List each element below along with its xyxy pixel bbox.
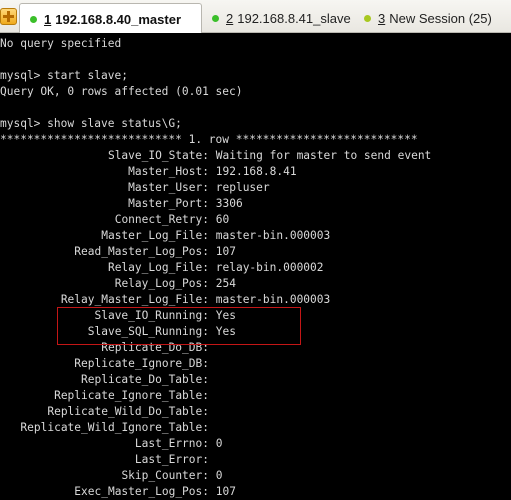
field-value: master-bin.000003 bbox=[215, 293, 331, 306]
status-field-row: Replicate_Ignore_Table: bbox=[0, 388, 216, 404]
field-value: 107 bbox=[215, 485, 236, 498]
field-value: Waiting for master to send event bbox=[215, 149, 432, 162]
field-name: Replicate_Wild_Ignore_Table: bbox=[20, 421, 209, 434]
plus-icon bbox=[3, 11, 14, 22]
status-field-row: Replicate_Ignore_DB: bbox=[0, 356, 216, 372]
status-field-row: Relay_Master_Log_File: master-bin.000003 bbox=[0, 292, 330, 308]
field-value: relay-bin.000002 bbox=[215, 261, 324, 274]
status-field-row: Master_User: repluser bbox=[0, 180, 270, 196]
field-value: 60 bbox=[215, 213, 230, 226]
session-tab-bar: 1 192.168.8.40_master 2 192.168.8.41_sla… bbox=[0, 0, 511, 34]
field-name: Master_User: bbox=[128, 181, 209, 194]
status-field-row: Slave_IO_State: Waiting for master to se… bbox=[0, 148, 431, 164]
status-field-row: Master_Port: 3306 bbox=[0, 196, 243, 212]
field-value: 192.168.8.41 bbox=[215, 165, 297, 178]
field-name: Connect_Retry: bbox=[114, 213, 209, 226]
field-name: Replicate_Ignore_Table: bbox=[54, 389, 209, 402]
field-name: Exec_Master_Log_Pos: bbox=[74, 485, 209, 498]
field-name: Read_Master_Log_Pos: bbox=[74, 245, 209, 258]
field-value: 0 bbox=[215, 469, 223, 482]
field-name: Master_Host: bbox=[128, 165, 209, 178]
tab-label: New Session (25) bbox=[389, 11, 492, 26]
status-field-row: Exec_Master_Log_Pos: 107 bbox=[0, 484, 236, 500]
session-status-icon bbox=[212, 15, 219, 22]
tab-session-3[interactable]: 3 New Session (25) bbox=[364, 4, 492, 33]
tab-label: 192.168.8.41_slave bbox=[237, 11, 351, 26]
tab-label: 192.168.8.40_master bbox=[55, 11, 182, 27]
field-value: repluser bbox=[215, 181, 270, 194]
field-name: Slave_IO_State: bbox=[107, 149, 209, 162]
status-field-row: Skip_Counter: 0 bbox=[0, 468, 223, 484]
terminal-line: mysql> start slave; bbox=[0, 69, 128, 82]
field-name: Relay_Log_File: bbox=[107, 261, 209, 274]
field-name: Skip_Counter: bbox=[121, 469, 209, 482]
tab-number: 3 bbox=[378, 11, 386, 26]
status-field-row: Replicate_Wild_Do_Table: bbox=[0, 404, 216, 420]
session-status-icon bbox=[30, 15, 37, 23]
new-session-button[interactable] bbox=[0, 8, 17, 25]
field-name: Relay_Master_Log_File: bbox=[60, 293, 209, 306]
status-field-row: Replicate_Wild_Ignore_Table: bbox=[0, 420, 216, 436]
terminal-line: No query specified bbox=[0, 37, 122, 50]
status-field-row: Master_Log_File: master-bin.000003 bbox=[0, 228, 330, 244]
field-value: master-bin.000003 bbox=[215, 229, 331, 242]
status-field-row: Last_Errno: 0 bbox=[0, 436, 223, 452]
field-name: Last_Errno: bbox=[134, 437, 209, 450]
tab-number: 1 bbox=[44, 11, 52, 27]
field-name: Relay_Log_Pos: bbox=[114, 277, 209, 290]
status-field-row: Replicate_Do_Table: bbox=[0, 372, 216, 388]
row-separator-line: *************************** 1. row *****… bbox=[0, 133, 418, 146]
status-field-row: Relay_Log_File: relay-bin.000002 bbox=[0, 260, 324, 276]
field-value: 254 bbox=[215, 277, 236, 290]
field-name: Last_Error: bbox=[134, 453, 209, 466]
field-value: 3306 bbox=[215, 197, 243, 210]
field-name: Replicate_Do_Table: bbox=[81, 373, 209, 386]
field-value: 0 bbox=[215, 437, 223, 450]
field-name: Replicate_Wild_Do_Table: bbox=[47, 405, 209, 418]
status-field-row: Read_Master_Log_Pos: 107 bbox=[0, 244, 236, 260]
terminal-line: mysql> show slave status\G; bbox=[0, 117, 182, 130]
field-name: Master_Port: bbox=[128, 197, 209, 210]
status-field-row: Relay_Log_Pos: 254 bbox=[0, 276, 236, 292]
tab-number: 2 bbox=[226, 11, 234, 26]
field-name: Master_Log_File: bbox=[101, 229, 209, 242]
session-status-icon bbox=[364, 15, 371, 22]
tab-session-1[interactable]: 1 192.168.8.40_master bbox=[19, 3, 202, 34]
terminal-output[interactable]: No query specified mysql> start slave; Q… bbox=[0, 33, 511, 498]
tab-session-2[interactable]: 2 192.168.8.41_slave bbox=[212, 4, 351, 33]
field-value: 107 bbox=[215, 245, 236, 258]
status-field-row: Connect_Retry: 60 bbox=[0, 212, 230, 228]
status-field-row: Last_Error: bbox=[0, 452, 216, 468]
field-name: Replicate_Ignore_DB: bbox=[74, 357, 209, 370]
terminal-line: Query OK, 0 rows affected (0.01 sec) bbox=[0, 85, 243, 98]
running-status-highlight-box bbox=[57, 307, 301, 345]
status-field-row: Master_Host: 192.168.8.41 bbox=[0, 164, 297, 180]
